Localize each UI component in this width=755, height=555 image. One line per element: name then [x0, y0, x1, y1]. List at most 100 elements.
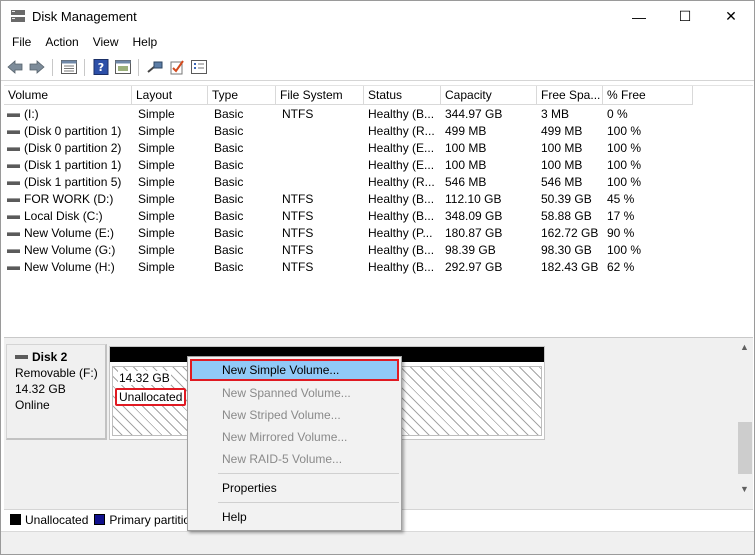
menu-bar: File Action View Help: [1, 32, 754, 53]
properties-button[interactable]: [189, 58, 209, 76]
volume-capacity: 546 MB: [445, 175, 487, 189]
menu-file[interactable]: File: [5, 32, 38, 53]
menu-action[interactable]: Action: [38, 32, 85, 53]
volume-file-system: NTFS: [282, 243, 314, 257]
list-view-button[interactable]: [59, 58, 79, 76]
toolbar-separator: [84, 59, 85, 76]
table-row[interactable]: New Volume (E:) Simple Basic NTFS Health…: [4, 225, 694, 242]
table-row[interactable]: (Disk 0 partition 1) Simple Basic Health…: [4, 123, 694, 140]
maximize-button[interactable]: ☐: [662, 1, 708, 32]
partition-size: 14.32 GB: [118, 371, 171, 385]
menu-help[interactable]: Help: [126, 32, 165, 53]
list-view-icon: [61, 60, 77, 74]
table-row[interactable]: (Disk 1 partition 5) Simple Basic Health…: [4, 174, 694, 191]
check-button[interactable]: [167, 58, 187, 76]
menu-item-new-mirrored-volume: New Mirrored Volume...: [222, 430, 348, 444]
volume-free-space: 98.30 GB: [541, 243, 592, 257]
volume-file-system: NTFS: [282, 107, 314, 121]
volume-capacity: 112.10 GB: [445, 192, 502, 206]
volume-status: Healthy (E...: [368, 158, 435, 172]
disk-2-label[interactable]: Disk 2 Removable (F:) 14.32 GB Online: [6, 344, 107, 440]
column-header-free-space[interactable]: Free Spa...: [537, 86, 603, 105]
help-book-icon: ?: [93, 59, 109, 75]
menu-item-new-raid5-volume: New RAID-5 Volume...: [222, 452, 343, 466]
volume-name: New Volume (G:): [24, 243, 116, 257]
volume-free-space: 499 MB: [541, 124, 583, 138]
volume-type: Basic: [214, 243, 244, 257]
close-button[interactable]: ✕: [708, 1, 754, 32]
volume-icon: [7, 266, 20, 270]
scroll-up-icon[interactable]: ▲: [740, 342, 749, 352]
volume-name: Local Disk (C:): [24, 209, 103, 223]
column-header-layout[interactable]: Layout: [132, 86, 208, 105]
volume-percent-free: 90 %: [607, 226, 635, 240]
volume-capacity: 100 MB: [445, 141, 487, 155]
column-header-capacity[interactable]: Capacity: [441, 86, 537, 105]
legend-unallocated: Unallocated: [25, 512, 89, 527]
table-row[interactable]: (Disk 0 partition 2) Simple Basic Health…: [4, 140, 694, 157]
volume-layout: Simple: [138, 243, 175, 257]
table-row[interactable]: Local Disk (C:) Simple Basic NTFS Health…: [4, 208, 694, 225]
volume-free-space: 182.43 GB: [541, 260, 599, 274]
volume-percent-free: 0 %: [607, 107, 628, 121]
menu-item-help[interactable]: Help: [190, 506, 399, 528]
volume-type: Basic: [214, 226, 244, 240]
panel-button[interactable]: [113, 58, 133, 76]
table-row[interactable]: New Volume (H:) Simple Basic NTFS Health…: [4, 259, 694, 276]
table-row[interactable]: (Disk 1 partition 1) Simple Basic Health…: [4, 157, 694, 174]
table-row[interactable]: (I:) Simple Basic NTFS Healthy (B... 344…: [4, 106, 694, 123]
volume-name: FOR WORK (D:): [24, 192, 114, 206]
context-menu: New Simple Volume... New Spanned Volume.…: [187, 356, 402, 531]
volume-status: Healthy (B...: [368, 209, 435, 223]
disk-name: Disk 2: [32, 350, 68, 364]
back-arrow-icon: [7, 60, 23, 74]
menu-item-new-simple-volume[interactable]: New Simple Volume...: [190, 359, 399, 381]
volume-type: Basic: [214, 141, 244, 155]
volume-file-system: NTFS: [282, 192, 314, 206]
table-row[interactable]: New Volume (G:) Simple Basic NTFS Health…: [4, 242, 694, 259]
volume-type: Basic: [214, 124, 244, 138]
disk-type: Removable (F:): [15, 366, 98, 380]
volume-name: (Disk 1 partition 5): [24, 175, 122, 189]
volume-free-space: 58.88 GB: [541, 209, 592, 223]
primary-partition-swatch: [94, 514, 106, 525]
volume-percent-free: 100 %: [607, 141, 642, 155]
column-header-volume[interactable]: Volume: [4, 86, 132, 105]
column-header-file-system[interactable]: File System: [276, 86, 364, 105]
disk-name-row: Disk 2: [15, 349, 105, 365]
minimize-button[interactable]: —: [616, 1, 662, 32]
toolbar: ?: [1, 54, 754, 81]
connect-icon: [147, 61, 163, 73]
connect-button[interactable]: [145, 58, 165, 76]
menu-view[interactable]: View: [86, 32, 126, 53]
help-button[interactable]: ?: [91, 58, 111, 76]
table-row[interactable]: FOR WORK (D:) Simple Basic NTFS Healthy …: [4, 191, 694, 208]
menu-item-properties[interactable]: Properties: [190, 477, 399, 499]
volume-icon: [7, 130, 20, 134]
forward-button[interactable]: [27, 58, 47, 76]
volume-type: Basic: [214, 209, 244, 223]
vertical-scrollbar[interactable]: ▲ ▼: [737, 338, 753, 498]
column-header-status[interactable]: Status: [364, 86, 441, 105]
forward-arrow-icon: [29, 60, 45, 74]
scroll-thumb[interactable]: [738, 422, 752, 474]
volume-list[interactable]: Volume Layout Type File System Status Ca…: [4, 85, 753, 335]
toolbar-separator: [138, 59, 139, 76]
volume-free-space: 3 MB: [541, 107, 570, 121]
volume-name: (Disk 0 partition 2): [24, 141, 122, 155]
volume-file-system: NTFS: [282, 226, 314, 240]
checkmark-icon: [170, 60, 184, 75]
column-header-type[interactable]: Type: [208, 86, 276, 105]
close-icon: ✕: [725, 8, 737, 24]
volume-icon: [7, 164, 20, 168]
volume-icon: [7, 113, 20, 117]
volume-status: Healthy (R...: [368, 175, 435, 189]
column-header-percent-free[interactable]: % Free: [603, 86, 693, 105]
volume-layout: Simple: [138, 141, 175, 155]
volume-type: Basic: [214, 260, 244, 274]
scroll-down-icon[interactable]: ▼: [740, 484, 749, 494]
volume-icon: [7, 147, 20, 151]
back-button[interactable]: [5, 58, 25, 76]
volume-capacity: 180.87 GB: [445, 226, 503, 240]
volume-status: Healthy (B...: [368, 243, 435, 257]
